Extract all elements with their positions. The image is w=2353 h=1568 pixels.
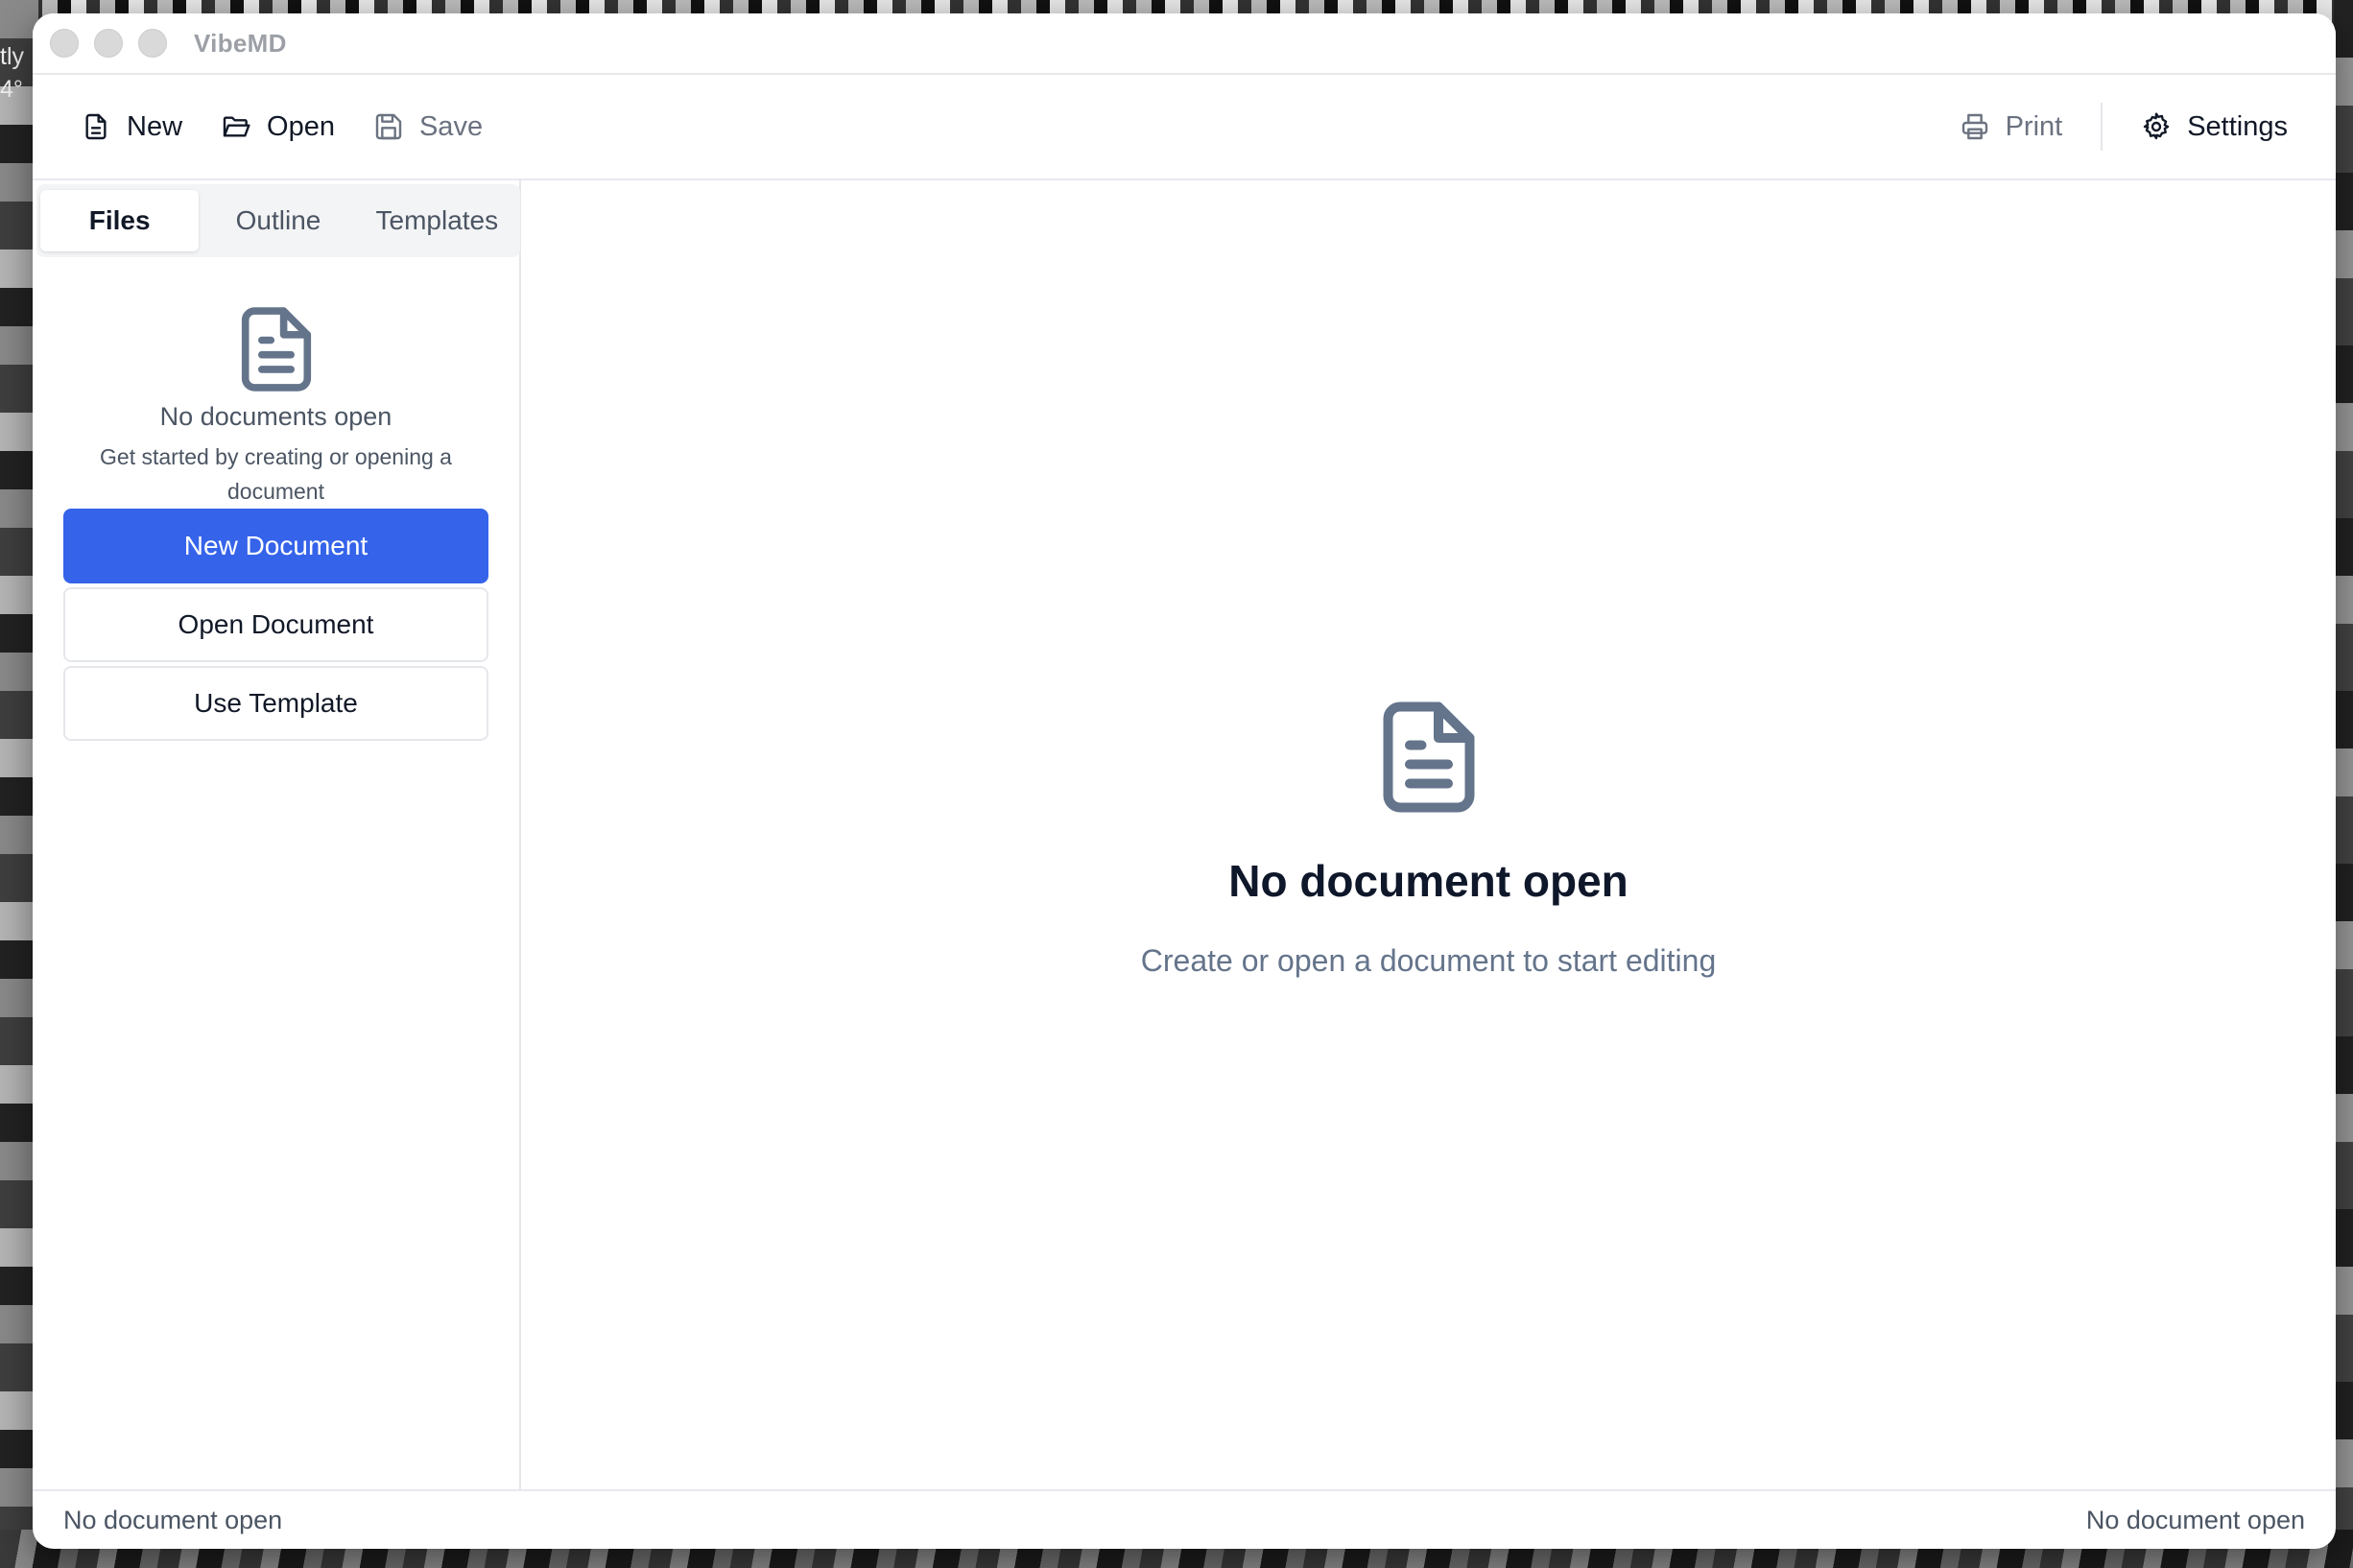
status-left: No document open — [63, 1505, 283, 1534]
save-button[interactable]: Save — [354, 98, 502, 155]
folder-open-icon — [223, 116, 250, 137]
new-document-button[interactable]: New Document — [63, 509, 488, 583]
sidebar-tabs: Files Outline Templates — [36, 184, 520, 257]
printer-icon — [1961, 113, 1987, 140]
editor-empty-state: No document open Create or open a docume… — [521, 699, 2336, 979]
window-controls — [50, 29, 167, 58]
status-right: No document open — [2085, 1505, 2305, 1534]
editor-empty-title: No document open — [1228, 856, 1628, 906]
sidebar-empty-subtitle: Get started by creating or opening a doc… — [100, 444, 452, 504]
sidebar: Files Outline Templates No documents ope… — [33, 180, 521, 1489]
settings-button[interactable]: Settings — [2122, 98, 2307, 155]
sidebar-empty-title: No documents open — [159, 402, 392, 431]
toolbar: New Open Save Print Settings — [33, 75, 2336, 180]
new-button-label: New — [127, 110, 183, 142]
desktop-weather-widget: tly 4° — [0, 40, 24, 106]
toolbar-divider — [2101, 103, 2103, 151]
minimize-window-button[interactable] — [94, 29, 123, 58]
app-window: VibeMD New Open Save Print Settings File… — [33, 13, 2336, 1549]
workspace: Files Outline Templates No documents ope… — [33, 180, 2336, 1489]
widget-line-2: 4° — [0, 76, 23, 103]
tab-files[interactable]: Files — [40, 190, 200, 251]
desktop-photo-right — [2334, 0, 2353, 1568]
editor-empty-subtitle: Create or open a document to start editi… — [1140, 943, 1717, 978]
widget-line-1: tly — [0, 43, 24, 70]
tab-outline[interactable]: Outline — [199, 190, 357, 251]
sidebar-empty-state: No documents open Get started by creatin… — [33, 305, 519, 509]
sidebar-actions: New Document Open Document Use Template — [63, 509, 488, 741]
save-button-label: Save — [418, 110, 484, 142]
editor-area: No document open Create or open a docume… — [521, 180, 2336, 1489]
zoom-window-button[interactable] — [138, 29, 167, 58]
open-button[interactable]: Open — [202, 98, 354, 155]
print-button-label: Print — [2005, 110, 2063, 142]
gear-icon — [2144, 112, 2170, 140]
tab-templates[interactable]: Templates — [358, 190, 516, 251]
open-document-button[interactable]: Open Document — [63, 587, 488, 662]
close-window-button[interactable] — [50, 29, 79, 58]
file-icon — [85, 113, 107, 140]
document-icon — [1383, 701, 1474, 813]
open-button-label: Open — [267, 110, 335, 142]
use-template-button[interactable]: Use Template — [63, 666, 488, 741]
settings-button-label: Settings — [2187, 110, 2288, 142]
print-button[interactable]: Print — [1940, 98, 2082, 155]
save-icon — [375, 113, 402, 140]
title-bar: VibeMD — [33, 13, 2336, 75]
window-title: VibeMD — [194, 28, 287, 58]
status-bar: No document open No document open — [33, 1489, 2336, 1549]
document-icon — [241, 307, 311, 392]
new-button[interactable]: New — [61, 98, 202, 155]
